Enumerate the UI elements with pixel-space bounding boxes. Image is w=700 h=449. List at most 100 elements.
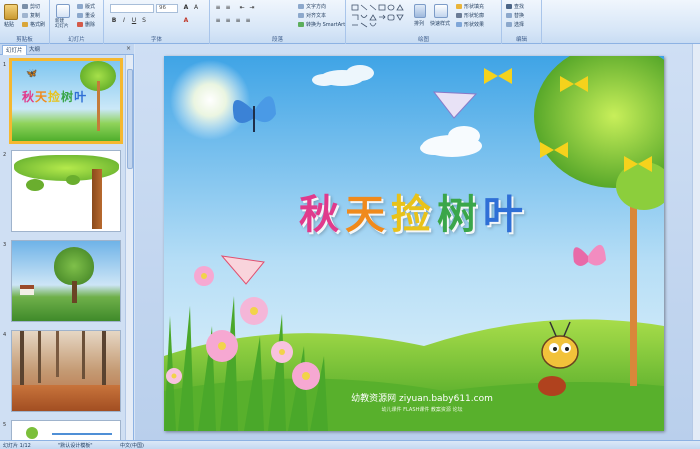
paragraph-group: ≡ ≡ ⇤ ⇥ ≡ ≡ ≡ ≡ 文字方向 对齐文本 转换为 SmartArt 段… [210,0,346,44]
find-button[interactable]: 查找 [506,3,524,10]
font-group-label: 字体 [150,37,162,43]
shapes-gallery[interactable] [350,3,408,29]
shape-effects-button[interactable]: 形状效果 [456,21,484,28]
font-group: 96 A A B I U S A 字体 [104,0,210,44]
thumb-number: 2 [3,152,7,158]
tree-trunk [92,169,102,229]
ribbon: 粘贴 剪切 复制 格式刷 剪贴板 新建 幻灯片 版式 重设 删除 幻灯片 96 … [0,0,700,44]
leaf-shape [26,427,38,439]
format-painter-button[interactable]: 格式刷 [22,21,45,28]
tab-outline[interactable]: 大纲 [26,45,43,55]
cut-button[interactable]: 剪切 [22,3,40,10]
paragraph-group-label: 段落 [271,37,283,43]
tree-trunk [72,281,77,303]
slide-thumbnail-1[interactable]: 秋天捡树叶 🦋 [9,58,123,144]
editing-group: 查找 替换 选择 编辑 [502,0,542,44]
text-direction-icon [298,4,304,9]
quick-styles-button[interactable]: 快速样式 [430,20,450,27]
replace-icon [506,13,512,18]
paste-button[interactable]: 粘贴 [4,21,14,28]
copy-button[interactable]: 复制 [22,12,40,19]
paste-icon[interactable] [4,4,18,20]
butterfly-icon: 🦋 [26,69,38,79]
panel-scrollbar[interactable] [125,55,133,440]
tree-trunk [102,331,106,389]
new-slide-icon[interactable] [56,4,70,18]
drawing-group-label: 绘图 [417,37,429,43]
replace-button[interactable]: 替换 [506,12,524,19]
align-center-icon[interactable]: ≡ [224,17,232,25]
leaf-shape [26,179,44,191]
clipboard-group-label: 剪贴板 [16,37,33,43]
editing-group-label: 编辑 [515,37,527,43]
justify-icon[interactable]: ≡ [244,17,252,25]
italic-icon[interactable]: I [120,17,128,25]
quick-styles-icon[interactable] [434,4,448,18]
align-left-icon[interactable]: ≡ [214,17,222,25]
arrange-button[interactable]: 排列 [414,20,424,27]
sun-icon [170,60,250,140]
layout-icon [77,4,83,9]
underline-icon[interactable]: U [130,17,138,25]
slides-panel: 幻灯片 大纲 × 1 秋天捡树叶 🦋 2 3 4 5 [0,44,134,440]
editor-scrollbar[interactable] [692,44,700,440]
delete-button[interactable]: 删除 [77,21,95,28]
brush-icon [22,22,28,27]
panel-tabs: 幻灯片 大纲 × [0,44,134,55]
smartart-button[interactable]: 转换为 SmartArt [298,21,345,28]
shadow-icon[interactable]: S [140,17,148,25]
slide-title[interactable]: 秋天捡树叶 [164,182,664,240]
slides-group-label: 幻灯片 [68,37,85,43]
close-icon[interactable]: × [126,45,131,52]
leaf-path [12,385,120,411]
font-color-icon[interactable]: A [182,17,190,25]
slide-counter: 幻灯片 1/12 [3,443,31,449]
scroll-thumb[interactable] [127,69,133,169]
layout-button[interactable]: 版式 [77,3,95,10]
title-char: 捡 [391,192,437,238]
font-size-select[interactable]: 96 [156,4,178,13]
text-direction-button[interactable]: 文字方向 [298,3,326,10]
thumb-title: 秋天捡树叶 [22,90,88,104]
slide-artwork: 幼教资源网 ziyuan.baby611.com 幼儿课件 FLASH课件 教案… [164,56,664,431]
thumb-number: 1 [3,62,7,68]
bold-icon[interactable]: B [110,17,118,25]
shrink-font-icon[interactable]: A [192,4,200,12]
cursor-icon [506,22,512,27]
tree-trunk [38,331,41,383]
slide-thumbnail-5[interactable] [11,420,121,440]
current-slide[interactable]: 幼教资源网 ziyuan.baby611.com 幼儿课件 FLASH课件 教案… [164,56,664,431]
slide-thumbnail-4[interactable] [11,330,121,412]
select-button[interactable]: 选择 [506,21,524,28]
slide-thumbnail-2[interactable] [11,150,121,232]
grow-font-icon[interactable]: A [182,4,190,12]
thumb-number: 5 [3,422,7,428]
shape-fill-button[interactable]: 形状填充 [456,3,484,10]
effects-icon [456,22,462,27]
slide-thumbnail-3[interactable] [11,240,121,322]
align-right-icon[interactable]: ≡ [234,17,242,25]
language-indicator[interactable]: 中文(中国) [120,442,144,449]
arrange-icon[interactable] [414,4,426,18]
tab-slides[interactable]: 幻灯片 [2,45,27,55]
copy-icon [22,13,28,18]
numbering-icon[interactable]: ≡ [224,4,232,12]
heart-tree-canopy [54,247,94,285]
font-name-select[interactable] [110,4,154,13]
drawing-group: 排列 快速样式 形状填充 形状轮廓 形状效果 绘图 [346,0,502,44]
house-shape [20,285,34,295]
thumb-number: 3 [3,242,7,248]
tree-trunk [20,331,24,391]
slide-watermark-sub: 幼儿课件 FLASH课件 教案资源 论坛 [382,406,463,413]
increase-indent-icon[interactable]: ⇥ [248,4,256,12]
shape-outline-button[interactable]: 形状轮廓 [456,12,484,19]
decrease-indent-icon[interactable]: ⇤ [238,4,246,12]
reset-button[interactable]: 重设 [77,12,95,19]
pen-icon [456,13,462,18]
title-char: 叶 [483,192,529,238]
new-slide-button[interactable]: 新建 幻灯片 [55,19,69,29]
title-char: 天 [345,192,391,238]
slide-watermark: 幼教资源网 ziyuan.baby611.com [351,392,493,404]
align-text-button[interactable]: 对齐文本 [298,12,326,19]
bullets-icon[interactable]: ≡ [214,4,222,12]
